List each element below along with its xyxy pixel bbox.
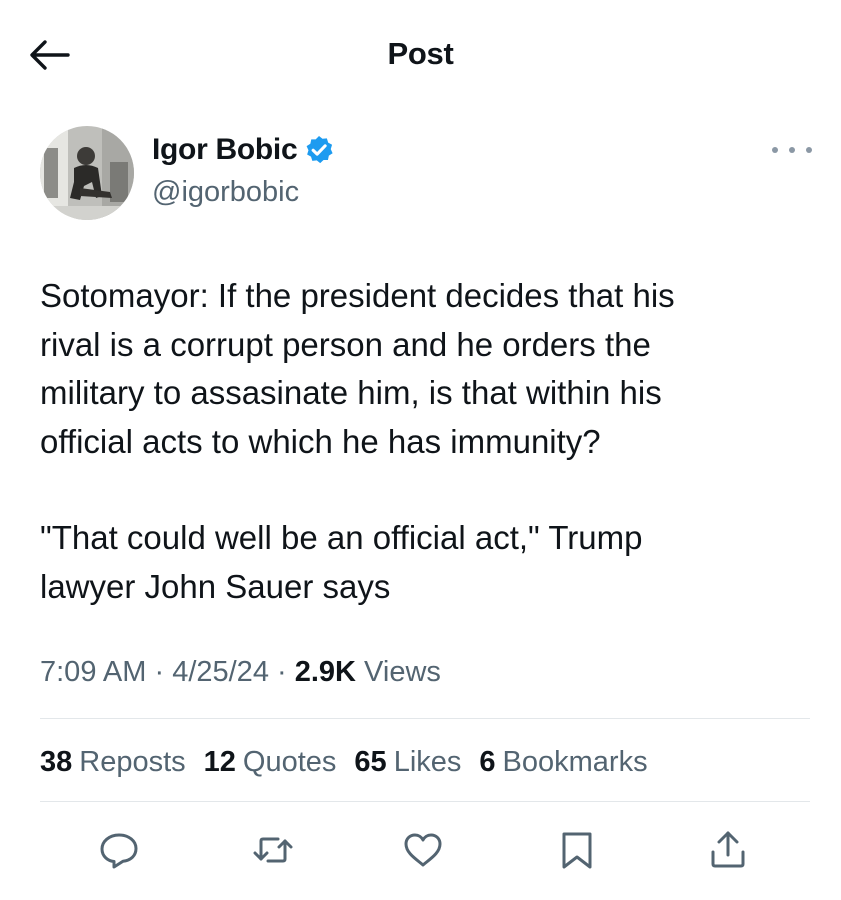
bookmark-icon — [562, 832, 592, 869]
stat-count: 6 — [479, 745, 496, 778]
stat-label: Quotes — [242, 745, 337, 778]
reply-icon — [100, 833, 138, 869]
stat-label: Likes — [393, 745, 462, 778]
stat-label: Bookmarks — [502, 745, 648, 778]
author-name-row[interactable]: Igor Bobic — [152, 128, 335, 172]
stat-count: 65 — [354, 745, 387, 778]
stat-label: Reposts — [79, 745, 186, 778]
stat-count: 38 — [40, 745, 73, 778]
repost-icon — [253, 837, 293, 863]
meta-separator: · — [268, 656, 295, 688]
divider — [40, 718, 810, 719]
divider — [40, 801, 810, 802]
repost-button[interactable] — [251, 828, 295, 872]
author-name: Igor Bobic — [152, 133, 298, 166]
share-icon — [711, 831, 745, 868]
stat-bookmarks[interactable]: 6 Bookmarks — [479, 746, 647, 779]
stat-reposts[interactable]: 38 Reposts — [40, 746, 186, 779]
top-bar: Post — [0, 0, 841, 110]
action-bar — [0, 820, 841, 880]
stat-likes[interactable]: 65 Likes — [354, 746, 461, 779]
stat-quotes[interactable]: 12 Quotes — [204, 746, 337, 779]
avatar[interactable] — [40, 126, 134, 220]
share-button[interactable] — [706, 828, 750, 872]
tweet-time[interactable]: 7:09 AM — [40, 656, 146, 689]
views-label: Views — [356, 656, 441, 688]
like-icon — [404, 833, 442, 867]
tweet-meta: 7:09 AM · 4/25/24 · 2.9K Views — [40, 656, 441, 689]
verified-badge-icon — [306, 136, 333, 164]
tweet-paragraph: "That could well be an official act," Tr… — [40, 519, 643, 605]
author-handle[interactable]: @igorbobic — [152, 176, 299, 209]
bookmark-button[interactable] — [555, 828, 599, 872]
engagement-stats: 38 Reposts 12 Quotes 65 Likes 6 Bookmark… — [40, 740, 666, 784]
tweet-text: Sotomayor: If the president decides that… — [40, 272, 810, 611]
stat-count: 12 — [203, 745, 236, 778]
more-options-button[interactable] — [772, 138, 812, 162]
more-horizontal-icon — [772, 147, 812, 153]
views-count[interactable]: 2.9K — [295, 656, 356, 689]
tweet-paragraph: Sotomayor: If the president decides that… — [40, 277, 675, 460]
tweet-date[interactable]: 4/25/24 — [172, 656, 269, 689]
page-title: Post — [387, 36, 454, 71]
meta-separator: · — [146, 656, 173, 688]
reply-button[interactable] — [97, 828, 141, 872]
like-button[interactable] — [401, 828, 445, 872]
